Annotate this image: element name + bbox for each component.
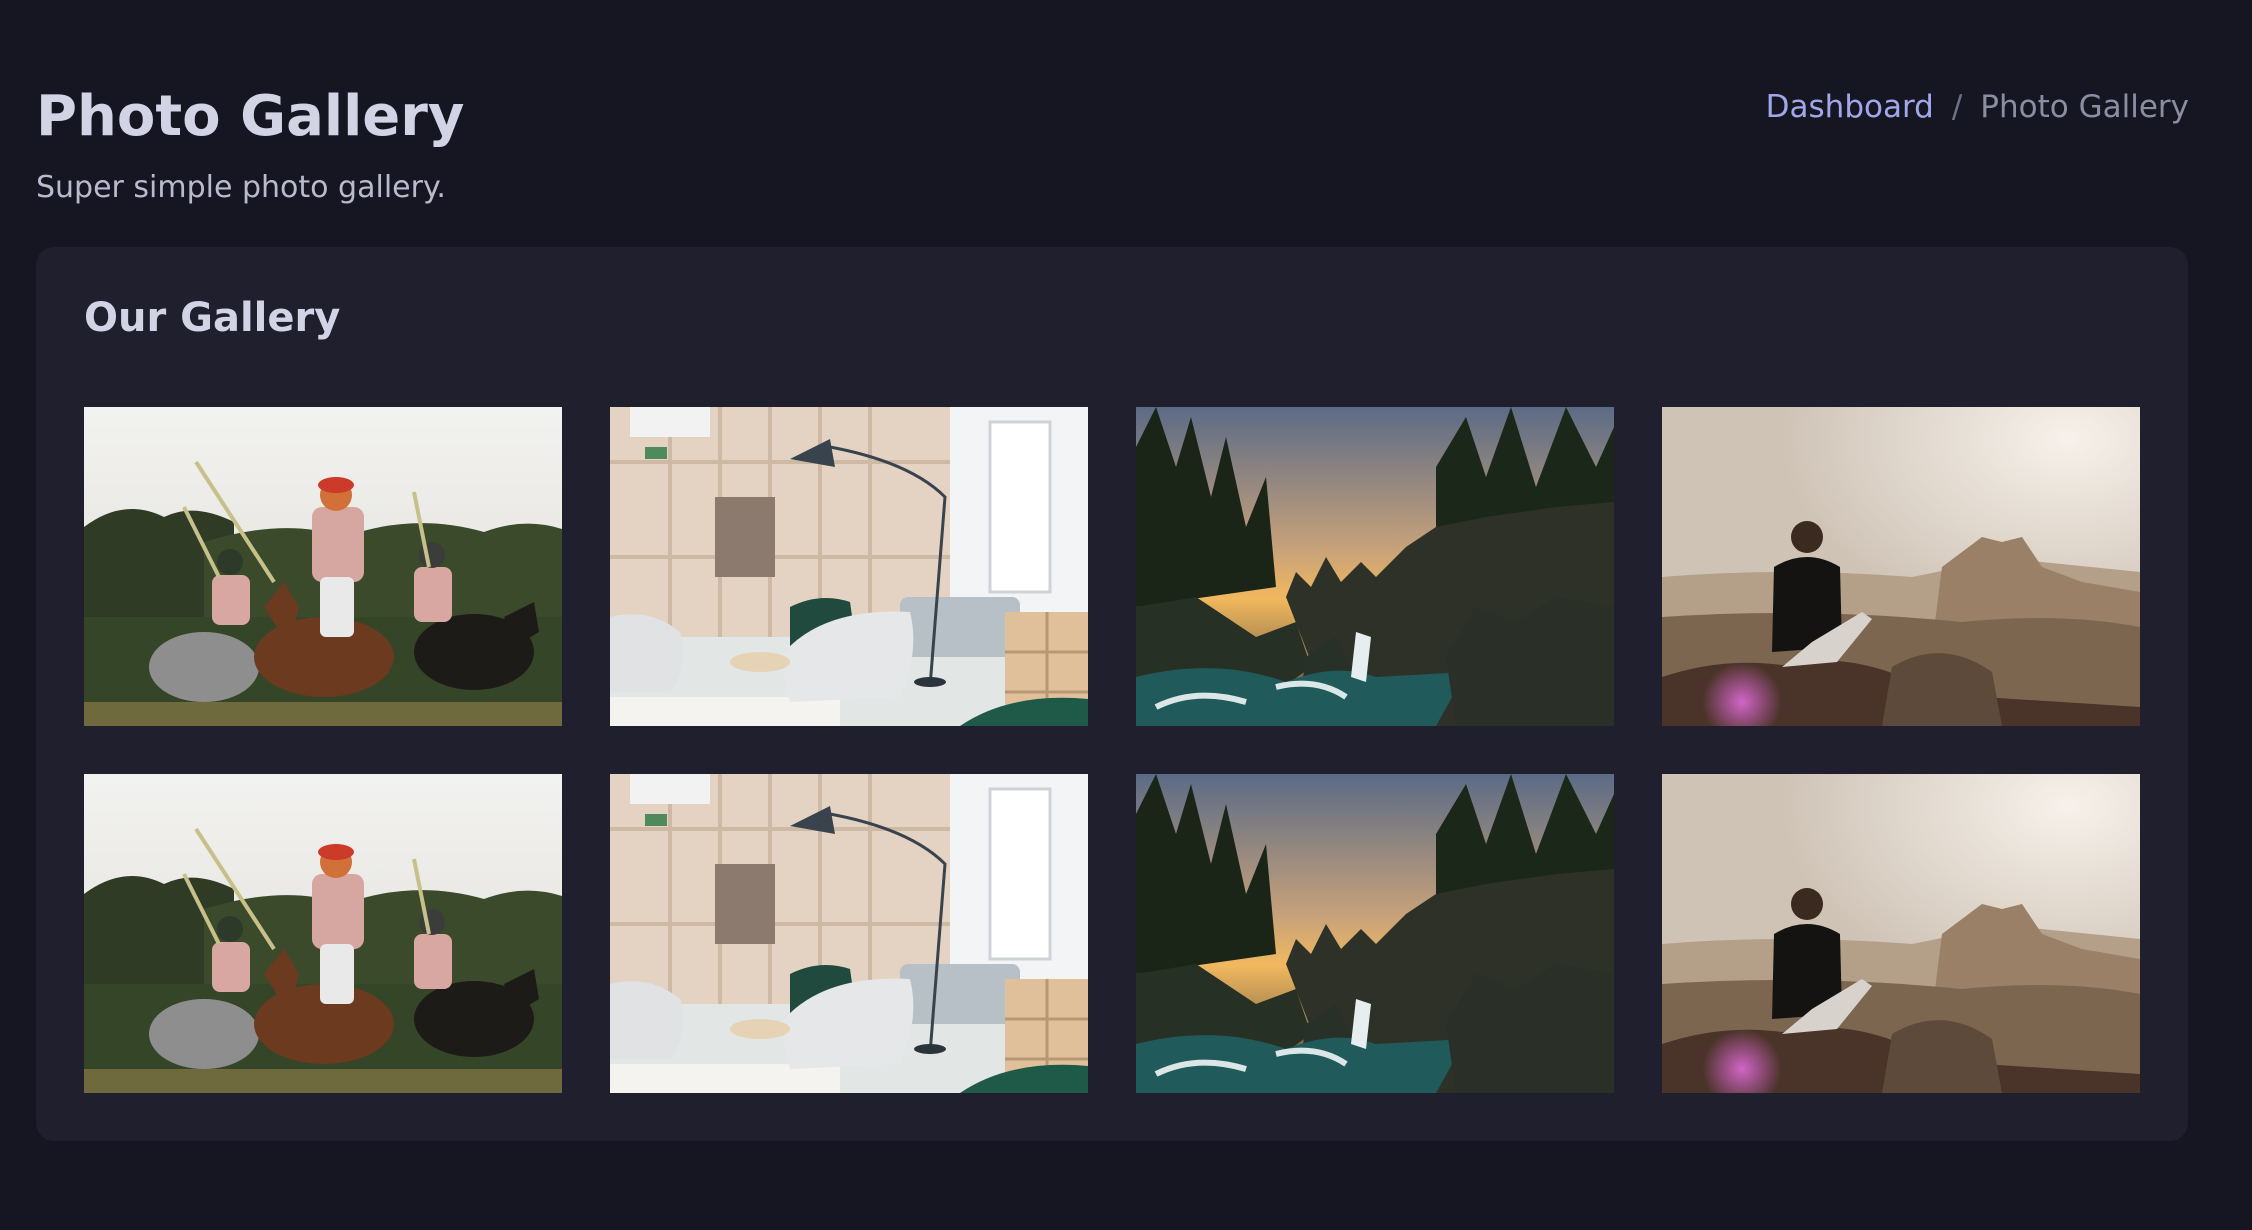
gallery-photo-coastal-cliffs[interactable]	[1136, 774, 1614, 1093]
polo-riders-image	[84, 774, 562, 1093]
interior-lounge-image	[610, 774, 1088, 1093]
photo-grid	[84, 407, 2140, 1093]
gallery-photo-person-on-mountain[interactable]	[1662, 774, 2140, 1093]
page-title: Photo Gallery	[36, 84, 465, 149]
gallery-photo-polo-riders[interactable]	[84, 774, 562, 1093]
gallery-photo-interior-lounge[interactable]	[610, 774, 1088, 1093]
gallery-photo-polo-riders[interactable]	[84, 407, 562, 726]
breadcrumb-current-page: Photo Gallery	[1980, 89, 2189, 125]
breadcrumb-separator: /	[1951, 89, 1963, 125]
page-subtitle: Super simple photo gallery.	[36, 170, 446, 205]
person-on-mountain-image	[1662, 407, 2140, 726]
gallery-card: Our Gallery	[36, 247, 2188, 1141]
gallery-photo-person-on-mountain[interactable]	[1662, 407, 2140, 726]
gallery-photo-coastal-cliffs[interactable]	[1136, 407, 1614, 726]
breadcrumb: Dashboard / Photo Gallery	[1766, 85, 2189, 129]
breadcrumb-dashboard-link[interactable]: Dashboard	[1766, 85, 1934, 129]
gallery-title: Our Gallery	[84, 295, 341, 341]
person-on-mountain-image	[1662, 774, 2140, 1093]
gallery-photo-interior-lounge[interactable]	[610, 407, 1088, 726]
coastal-cliffs-image	[1136, 774, 1614, 1093]
polo-riders-image	[84, 407, 562, 726]
page-header: Photo Gallery Super simple photo gallery…	[36, 82, 2189, 212]
interior-lounge-image	[610, 407, 1088, 726]
coastal-cliffs-image	[1136, 407, 1614, 726]
